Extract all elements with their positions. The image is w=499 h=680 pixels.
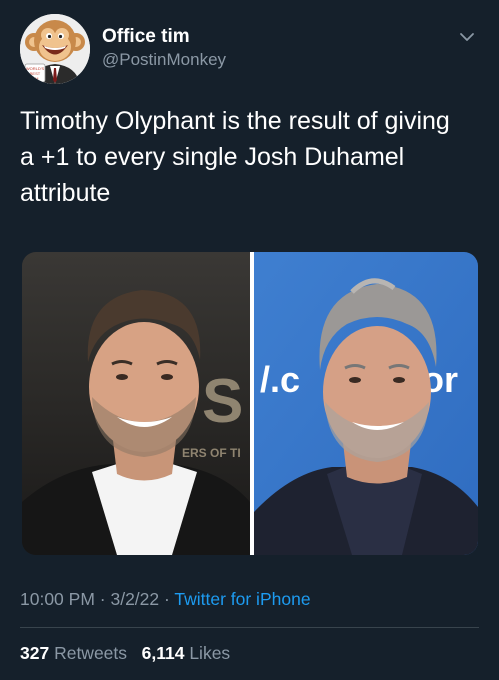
meta-separator: ·	[159, 589, 175, 609]
photo-comparison: S ERS OF TI /.c or	[22, 252, 478, 555]
tweet-media[interactable]: S ERS OF TI /.c or	[22, 252, 478, 555]
avatar[interactable]: WORLD'S BEST TIM	[20, 14, 90, 84]
chevron-down-icon[interactable]	[458, 28, 476, 46]
mug-text-line3: TIM	[32, 76, 39, 81]
right-photo: /.c or	[254, 252, 478, 555]
tweet-stats: 327 Retweets 6,114 Likes	[20, 643, 230, 664]
tweet-source-link[interactable]: Twitter for iPhone	[174, 589, 310, 609]
divider	[20, 627, 479, 628]
right-backdrop-text-1: /.c	[260, 359, 300, 400]
tweet-text: Timothy Olyphant is the result of giving…	[20, 107, 450, 207]
left-backdrop-text: ERS OF TI	[182, 446, 241, 460]
tweet-time[interactable]: 10:00 PM	[20, 589, 95, 609]
user-handle[interactable]: @PostinMonkey	[102, 49, 226, 71]
tweet-date[interactable]: 3/2/22	[110, 589, 159, 609]
meta-separator: ·	[94, 589, 111, 609]
retweets-count: 327	[20, 643, 50, 663]
retweets-label: Retweets	[54, 643, 128, 663]
tweet-meta: 10:00 PM · 3/2/22 · Twitter for iPhone	[20, 589, 311, 610]
user-names: Office tim @PostinMonkey	[102, 26, 226, 71]
likes-count: 6,114	[141, 643, 185, 663]
likes-stat[interactable]: 6,114 Likes	[142, 643, 231, 663]
left-photo: S ERS OF TI	[22, 252, 250, 555]
tweet-header: WORLD'S BEST TIM Office tim @PostinMonke…	[20, 14, 480, 84]
retweets-stat[interactable]: 327 Retweets	[20, 643, 127, 663]
left-backdrop-letters: S	[202, 367, 243, 436]
likes-label: Likes	[189, 643, 231, 663]
monkey-avatar-icon: WORLD'S BEST TIM	[20, 14, 90, 84]
display-name[interactable]: Office tim	[102, 26, 226, 48]
